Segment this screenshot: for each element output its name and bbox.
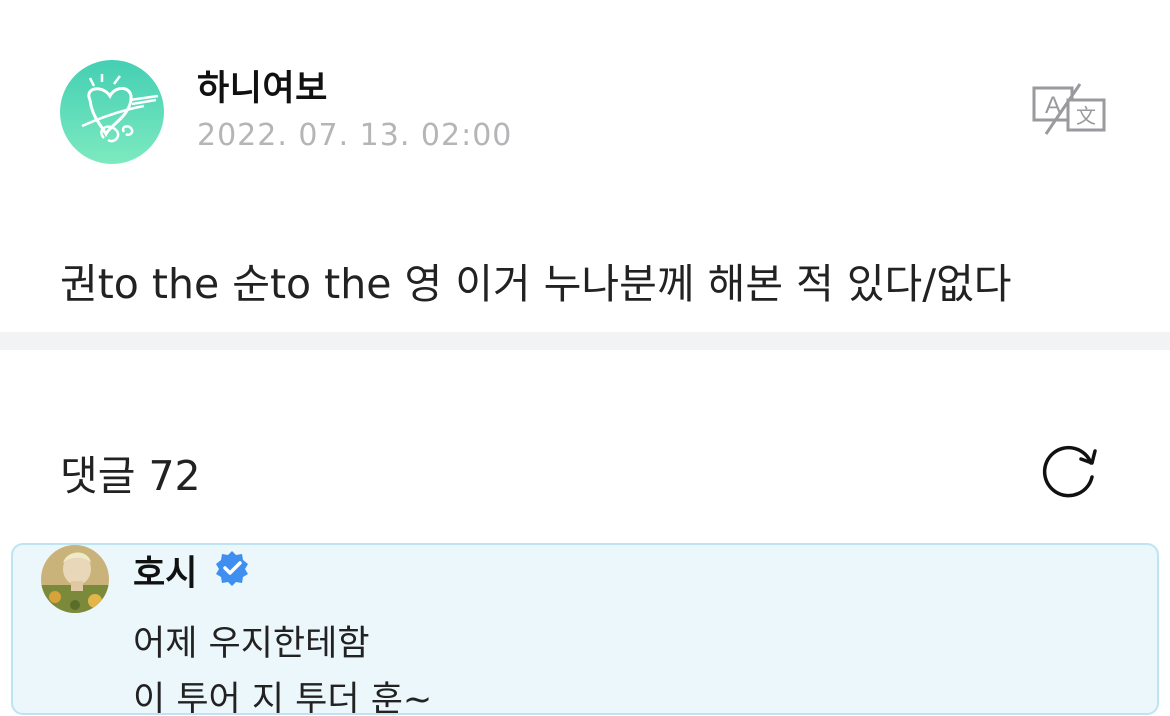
translate-button[interactable]: A 文	[1028, 80, 1108, 136]
comments-header: 댓글 72	[0, 350, 1170, 540]
author-name[interactable]: 하니여보	[197, 60, 328, 111]
section-divider	[0, 332, 1170, 350]
app-screen: 하니여보 2022. 07. 13. 02:00 A 文 권to the 순to…	[0, 0, 1170, 716]
translate-icon: A 文	[1032, 83, 1106, 135]
refresh-icon	[1042, 445, 1097, 498]
post-body-text: 권to the 순to the 영 이거 누나분께 해본 적 있다/없다	[60, 260, 1012, 308]
post-section: 하니여보 2022. 07. 13. 02:00 A 文 권to the 순to…	[0, 0, 1170, 332]
profile-photo	[41, 545, 109, 613]
commenter-name[interactable]: 호시	[133, 545, 197, 596]
comment-text-line: 어제 우지한테함	[133, 624, 370, 664]
heart-logo-icon	[81, 74, 159, 143]
verified-badge-icon	[216, 551, 248, 586]
comments-count-title: 댓글 72	[60, 452, 201, 500]
author-avatar[interactable]	[60, 60, 164, 164]
comment-text-line: 이 투어 지 투더 훈~	[133, 680, 433, 715]
svg-text:文: 文	[1076, 104, 1096, 128]
comment-item[interactable]: 호시 어제 우지한테함 이 투어 지 투더 훈~	[11, 543, 1159, 715]
refresh-button[interactable]	[1037, 437, 1101, 501]
commenter-avatar[interactable]	[41, 545, 109, 613]
post-timestamp: 2022. 07. 13. 02:00	[197, 118, 513, 153]
